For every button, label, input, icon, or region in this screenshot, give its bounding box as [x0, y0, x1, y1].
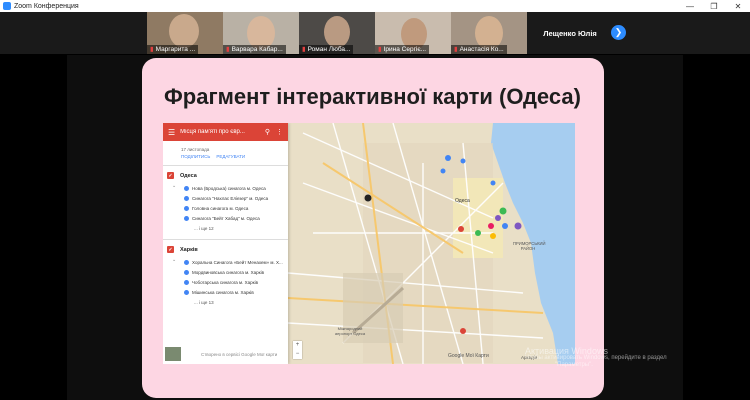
list-item[interactable]: Синагога "Нахлас Еліезер" м. Одеса: [167, 193, 284, 203]
layer-name: Одеса: [180, 172, 197, 179]
map-marker[interactable]: [458, 226, 464, 232]
more-items-link[interactable]: ... і ще 12: [167, 223, 284, 233]
edit-link[interactable]: РЕДАГУВАТИ: [216, 154, 245, 159]
google-maps-logo: Google Мої Карти: [448, 353, 489, 359]
map-marker[interactable]: [499, 207, 507, 215]
list-item[interactable]: Мордвиновська синагога м. Харків: [167, 267, 284, 277]
place-marker-icon: [184, 279, 189, 285]
mic-muted-icon: ▮: [302, 46, 306, 53]
more-items-link[interactable]: ... і ще 13: [167, 297, 284, 307]
map-marker[interactable]: [488, 223, 494, 229]
map-panel-title: Місця пам'яті про євр...: [180, 129, 245, 135]
participant-video: [169, 14, 199, 48]
watermark-line-2: Чтобы активировать Windows, перейдите в …: [525, 355, 667, 361]
list-item[interactable]: Нова (Бродська) синагога м. Одеса: [167, 183, 284, 193]
more-vert-icon[interactable]: ⋮: [276, 128, 283, 136]
mic-muted-icon: ▮: [454, 46, 458, 53]
mic-muted-icon: ▮: [226, 46, 230, 53]
map-panel-header: ☰ Місця пам'яті про євр... ⚲ ⋮: [163, 123, 288, 141]
participant-tile[interactable]: ▮ Ірина Сергіє...: [375, 12, 451, 54]
place-marker-icon: [184, 195, 189, 201]
participant-video-strip: ▮ Маргарита ... ▮ Варвара Кабар... ▮ Роман …: [0, 12, 750, 54]
place-marker-icon: [184, 289, 189, 295]
window-title: Zoom Конференция: [14, 2, 79, 10]
map-label-airport: Міжнародний аеропорт Одеса: [334, 326, 366, 336]
list-item[interactable]: Головна синагога м. Одеса: [167, 203, 284, 213]
participant-name: ▮ Ірина Сергіє...: [375, 45, 430, 54]
participant-name: ▮ Маргарита ...: [147, 45, 199, 54]
map-date: 17 листопада: [181, 147, 210, 152]
layer-checkbox[interactable]: ✓: [167, 246, 174, 253]
place-marker-icon: [184, 269, 189, 275]
share-link[interactable]: ПОДІЛИТИСЬ: [181, 154, 210, 159]
participant-tile[interactable]: ▮ Варвара Кабар...: [223, 12, 299, 54]
map-marker[interactable]: [514, 222, 522, 230]
basemap-thumbnail[interactable]: [165, 347, 181, 361]
layer-kharkiv: ✓ Харків ⌄ Хоральна Синагога «Бейт Менах…: [163, 240, 288, 307]
map-marker[interactable]: [460, 328, 466, 334]
mic-muted-icon: ▮: [378, 46, 382, 53]
watermark-line-3: "Параметры".: [555, 362, 593, 368]
zoom-controls: + −: [293, 341, 302, 359]
place-marker-icon: [184, 185, 189, 191]
footer-text: Створено в сервісі Google Мої карти: [201, 351, 278, 357]
place-marker-icon: [184, 205, 189, 211]
map-marker[interactable]: [440, 168, 446, 174]
map-marker[interactable]: [460, 158, 466, 164]
list-item[interactable]: Чоботарська синагога м. Харків: [167, 277, 284, 287]
active-speaker-tile[interactable]: Лещенко Юлія: [530, 12, 610, 54]
watermark-line-1: Активация Windows: [525, 346, 608, 356]
participant-name: ▮ Анастасія Ко...: [451, 45, 507, 54]
menu-icon[interactable]: ☰: [168, 128, 175, 137]
restore-icon[interactable]: ❐: [702, 0, 726, 12]
layer-checkbox[interactable]: ✓: [167, 172, 174, 179]
zoom-out-button[interactable]: −: [293, 350, 302, 359]
participant-tile[interactable]: ▮ Анастасія Ко...: [451, 12, 527, 54]
participant-tile[interactable]: ▮ Роман Люба...: [299, 12, 375, 54]
window-controls: — ❐ ✕: [678, 0, 750, 12]
district-name: ПРИМОРСЬКИЙ РАЙОН: [513, 241, 546, 251]
search-icon[interactable]: ⚲: [265, 128, 270, 136]
list-item[interactable]: Синагога "Бейт Хабад" м. Одеса: [167, 213, 284, 223]
interactive-map[interactable]: Одеса ПРИМОРСЬКИЙ РАЙОН Міжнародний аеро…: [163, 123, 575, 364]
list-item[interactable]: Хоральна Синагога «Бейт Менахем» м. Х...: [167, 257, 284, 267]
participant-name: ▮ Роман Люба...: [299, 45, 354, 54]
next-page-icon[interactable]: ❯: [611, 25, 626, 40]
list-item[interactable]: Мішинська синагога м. Харків: [167, 287, 284, 297]
participant-video: [324, 16, 350, 48]
map-panel-footer: Створено в сервісі Google Мої карти: [163, 344, 288, 364]
map-label-odesa: Одеса: [455, 198, 470, 204]
place-marker-icon: [184, 259, 189, 265]
place-marker-icon: [184, 215, 189, 221]
map-side-panel: ☰ Місця пам'яті про євр... ⚲ ⋮ 17 листоп…: [163, 123, 288, 364]
map-marker[interactable]: [490, 233, 496, 239]
layer-odesa: ✓ Одеса ⌄ Нова (Бродська) синагога м. Од…: [163, 166, 288, 233]
map-marker[interactable]: [364, 194, 372, 202]
participant-tile[interactable]: ▮ Маргарита ...: [147, 12, 223, 54]
mic-muted-icon: ▮: [150, 46, 154, 53]
map-label-district: ПРИМОРСЬКИЙ РАЙОН: [513, 241, 546, 251]
map-marker[interactable]: [475, 230, 481, 236]
collapse-caret-icon[interactable]: ⌄: [172, 257, 176, 263]
layer-name: Харків: [180, 246, 198, 253]
zoom-app-icon: [3, 2, 11, 10]
map-marker[interactable]: [502, 223, 508, 229]
slide-title: Фрагмент інтерактивної карти (Одеса): [164, 84, 581, 109]
map-marker[interactable]: [445, 155, 451, 161]
participant-name: ▮ Варвара Кабар...: [223, 45, 286, 54]
map-marker[interactable]: [495, 215, 501, 221]
minimize-icon[interactable]: —: [678, 0, 702, 12]
windows-activation-watermark: Активация Windows Чтобы активировать Win…: [525, 346, 667, 369]
zoom-titlebar: Zoom Конференция — ❐ ✕: [0, 0, 750, 12]
map-marker[interactable]: [490, 180, 496, 186]
collapse-caret-icon[interactable]: ⌄: [172, 183, 176, 189]
zoom-in-button[interactable]: +: [293, 341, 302, 350]
close-icon[interactable]: ✕: [726, 0, 750, 12]
